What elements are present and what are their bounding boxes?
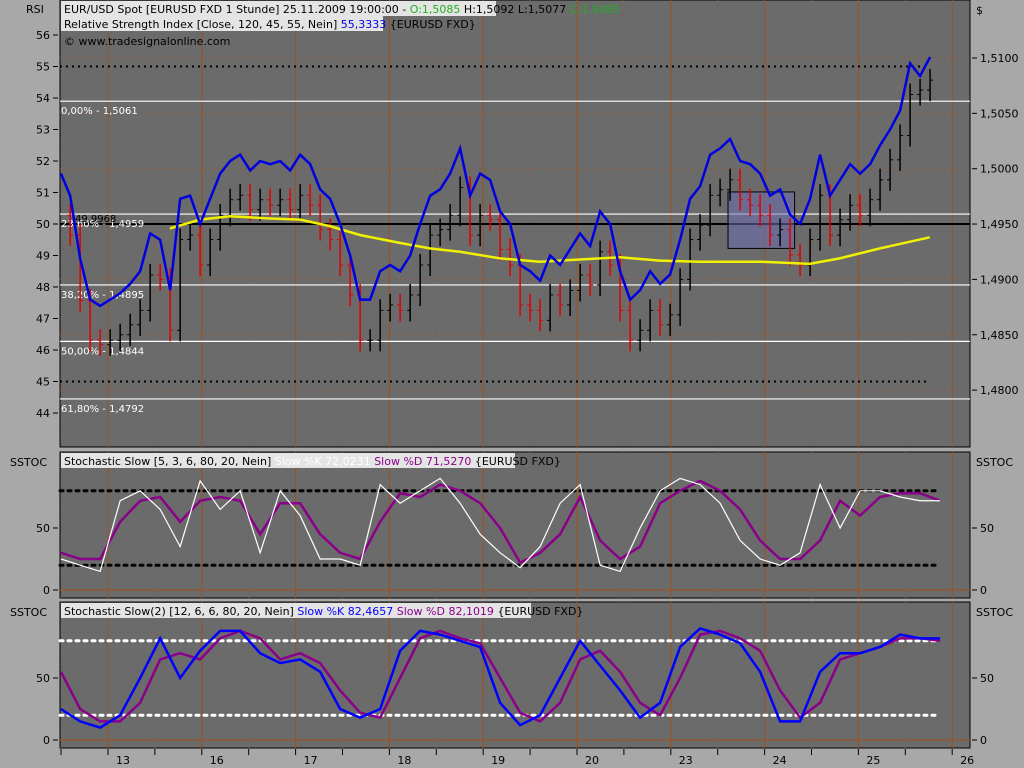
rsi-tick-label: 51 — [36, 187, 50, 200]
x-tick-label: 24 — [773, 754, 787, 767]
rsi-header: Relative Strength Index [Close, 120, 45,… — [64, 18, 476, 31]
rsi-tick-label: 44 — [36, 407, 50, 420]
symbol-info: EUR/USD Spot [EURUSD FXD 1 Stunde] 25.11… — [64, 3, 406, 16]
stoch2-header: Stochastic Slow(2) [12, 6, 6, 80, 20, Ne… — [64, 605, 583, 618]
close-value: C:1,5085 — [570, 3, 620, 16]
fib-label: 38,20% - 1,4895 — [61, 290, 144, 301]
price-tick-label: 1,4800 — [980, 384, 1019, 397]
stoch1-source: {EURUSD FXD} — [475, 455, 561, 468]
x-tick-label: 26 — [960, 754, 974, 767]
price-tick-label: 1,5000 — [980, 163, 1019, 176]
rsi-source: {EURUSD FXD} — [390, 18, 476, 31]
price-tick-label: 1,4950 — [980, 218, 1019, 231]
price-tick-label: 1,4850 — [980, 329, 1019, 342]
stoch2-tick-label-right: 0 — [980, 734, 987, 747]
stoch1-tick-label-right: 50 — [980, 522, 994, 535]
stoch2-k-value: Slow %K 82,4657 — [297, 605, 393, 618]
rsi-tick-label: 53 — [36, 124, 50, 137]
stoch1-tick-label-left: 0 — [43, 584, 50, 597]
rsi-tick-label: 54 — [36, 92, 50, 105]
x-tick-label: 17 — [304, 754, 318, 767]
rsi-tick-label: 48 — [36, 281, 50, 294]
stoch2-tick-label-left: 0 — [43, 734, 50, 747]
stoch1-axis-title-right: SSTOC — [976, 456, 1013, 469]
x-tick-label: 13 — [116, 754, 130, 767]
symbol-header: EUR/USD Spot [EURUSD FXD 1 Stunde] 25.11… — [64, 3, 620, 16]
trading-chart[interactable]: 0,00% - 1,506123,60% - 1,495938,20% - 1,… — [0, 0, 1024, 768]
stoch2-axis-title-right: SSTOC — [976, 606, 1013, 619]
rsi-info: Relative Strength Index [Close, 120, 45,… — [64, 18, 337, 31]
rsi-tick-label: 56 — [36, 29, 50, 42]
fib-label: 50,00% - 1,4844 — [61, 346, 144, 357]
open-value: O:1,5085 — [410, 3, 461, 16]
stoch1-k-value: Slow %K 72,0231 — [275, 455, 371, 468]
stoch1-axis-title-left: SSTOC — [10, 456, 47, 469]
price-tick-label: 1,4900 — [980, 273, 1019, 286]
stoch2-tick-label-left: 50 — [36, 672, 50, 685]
stoch1-header: Stochastic Slow [5, 3, 6, 80, 20, Nein] … — [64, 455, 561, 468]
rsi-value: 55,3333 — [341, 18, 387, 31]
rsi-tick-label: 55 — [36, 61, 50, 74]
rsi-tick-label: 47 — [36, 313, 50, 326]
stoch2-tick-label-right: 50 — [980, 672, 994, 685]
x-tick-label: 16 — [210, 754, 224, 767]
copyright-text: © www.tradesignalonline.com — [64, 35, 230, 48]
price-tick-label: 1,5050 — [980, 107, 1019, 120]
price-axis-title: $ — [976, 4, 983, 17]
stoch1-tick-label-right: 0 — [980, 584, 987, 597]
rsi-tick-label: 52 — [36, 155, 50, 168]
rsi-tick-label: 49 — [36, 250, 50, 263]
rsi-axis-title: RSI — [26, 3, 44, 16]
fib-label: 61,80% - 1,4792 — [61, 404, 144, 415]
stoch2-d-value: Slow %D 82,1019 — [397, 605, 494, 618]
stoch1-panel[interactable] — [59, 451, 971, 599]
rsi-marker-label: 49,9968 — [75, 214, 116, 225]
stoch2-source: {EURUSD FXD} — [497, 605, 583, 618]
x-tick-label: 20 — [585, 754, 599, 767]
price-tick-label: 1,5100 — [980, 52, 1019, 65]
high-value: H:1,5092 — [464, 3, 514, 16]
stoch1-info: Stochastic Slow [5, 3, 6, 80, 20, Nein] — [64, 455, 271, 468]
low-value: L:1,5077 — [518, 3, 566, 16]
rsi-tick-label: 46 — [36, 344, 50, 357]
x-tick-label: 18 — [397, 754, 411, 767]
x-tick-label: 19 — [491, 754, 505, 767]
rsi-tick-label: 50 — [36, 218, 50, 231]
x-tick-label: 23 — [679, 754, 693, 767]
stoch2-axis-title-left: SSTOC — [10, 606, 47, 619]
rsi-tick-label: 45 — [36, 376, 50, 389]
x-tick-label: 25 — [866, 754, 880, 767]
stoch2-info: Stochastic Slow(2) [12, 6, 6, 80, 20, Ne… — [64, 605, 294, 618]
stoch1-d-value: Slow %D 71,5270 — [374, 455, 471, 468]
stoch1-tick-label-left: 50 — [36, 522, 50, 535]
fib-label: 0,00% - 1,5061 — [61, 106, 138, 117]
